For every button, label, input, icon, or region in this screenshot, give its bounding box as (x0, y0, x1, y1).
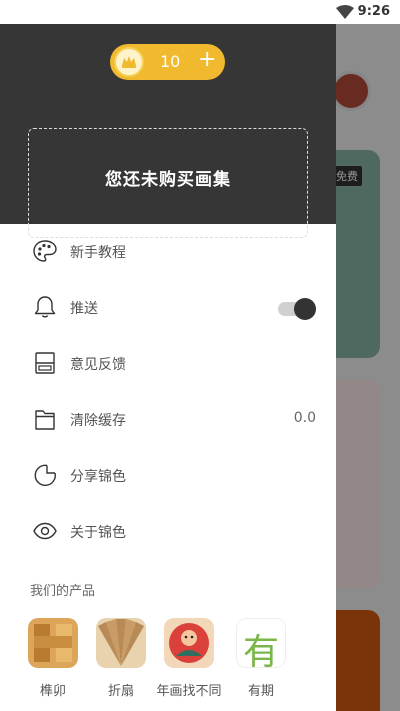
navigation-drawer: 10 + 您还未购买画集 新手教程 推送 意见反馈 清除缓存 0.0 分享锦色 … (0, 24, 336, 711)
coin-count: 10 (160, 52, 181, 71)
cache-size-value: 0.0 (293, 410, 316, 426)
new-year-painting-app-icon (164, 618, 214, 668)
menu-item-label: 新手教程 (70, 245, 126, 261)
product-youqi[interactable]: 有 有期 (224, 618, 298, 708)
feedback-icon (35, 352, 55, 374)
eye-icon (33, 522, 57, 540)
push-toggle[interactable] (278, 297, 316, 320)
product-label: 年画找不同 (156, 684, 222, 699)
product-new-year-painting[interactable]: 年画找不同 (152, 618, 226, 708)
drawer-header: 10 + 您还未购买画集 (0, 24, 336, 238)
product-mortise[interactable]: 榫卯 (16, 618, 90, 708)
folder-icon (35, 410, 55, 430)
product-label: 有期 (247, 684, 274, 699)
status-bar: 9:26 (0, 0, 400, 24)
youqi-glyph: 有 (242, 632, 279, 668)
toggle-knob (294, 298, 316, 320)
menu-item-label: 关于锦色 (70, 525, 126, 541)
bell-icon (34, 296, 56, 318)
fan-app-icon (96, 618, 146, 668)
menu-item-clear-cache[interactable]: 清除缓存 0.0 (0, 392, 336, 448)
youqi-app-icon: 有 (236, 618, 286, 668)
menu-item-label: 意见反馈 (70, 357, 126, 373)
menu-item-label: 清除缓存 (70, 413, 126, 429)
menu-item-tutorial[interactable]: 新手教程 (0, 224, 336, 280)
menu-item-label: 推送 (70, 301, 98, 317)
wifi-icon (336, 5, 354, 19)
products-title: 我们的产品 (30, 584, 96, 599)
product-label: 折扇 (107, 684, 134, 699)
product-fan[interactable]: 折扇 (84, 618, 158, 708)
mortise-app-icon (28, 618, 78, 668)
product-label: 榫卯 (39, 684, 66, 699)
album-notice: 您还未购买画集 (105, 170, 231, 190)
status-time: 9:26 (357, 4, 390, 19)
share-icon (34, 464, 56, 487)
menu-item-push[interactable]: 推送 (0, 280, 336, 336)
album-purchase-box[interactable]: 您还未购买画集 (28, 128, 308, 238)
palette-icon (33, 240, 57, 262)
coin-icon (114, 47, 144, 77)
menu-item-about[interactable]: 关于锦色 (0, 504, 336, 560)
menu-item-label: 分享锦色 (70, 469, 126, 485)
menu-item-feedback[interactable]: 意见反馈 (0, 336, 336, 392)
coin-balance-pill[interactable]: 10 + (110, 44, 225, 80)
menu-item-share[interactable]: 分享锦色 (0, 448, 336, 504)
add-coins-button[interactable]: + (198, 47, 216, 72)
